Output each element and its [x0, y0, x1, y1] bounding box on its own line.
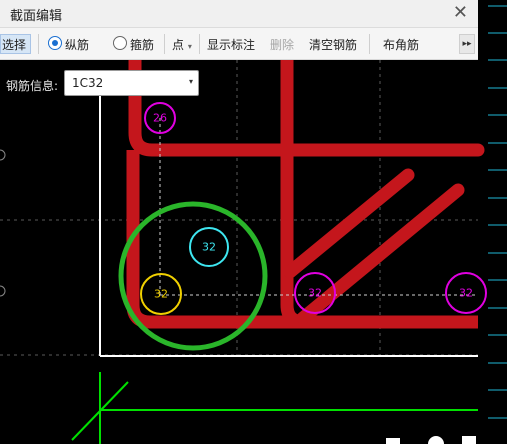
rebar-label: 32	[308, 287, 322, 300]
rebar-32-cyan[interactable]: 32	[189, 227, 229, 267]
rebar-label: 32	[202, 241, 216, 254]
toolbar-divider	[38, 34, 39, 54]
edge-markers	[0, 149, 6, 297]
radio-stirrup-label[interactable]: 箍筋	[130, 36, 154, 53]
toolbar-divider	[199, 34, 200, 54]
toolbar-divider	[164, 34, 165, 54]
rebar-info-label: 钢筋信息:	[6, 79, 59, 93]
grid-lines	[0, 60, 478, 356]
rebar-label: 32	[154, 288, 168, 301]
close-icon[interactable]: ✕	[453, 3, 468, 23]
point-dropdown-label: 点	[172, 38, 185, 52]
dialog-title: 截面编辑	[10, 9, 63, 24]
rebar-label: 26	[153, 112, 167, 125]
ucs-axis-icon	[71, 372, 478, 444]
radio-stirrup-icon[interactable]	[113, 36, 127, 50]
radio-longitudinal-icon[interactable]	[48, 36, 62, 50]
rebar-label: 32	[459, 287, 473, 300]
status-glyphs	[386, 436, 476, 444]
select-button[interactable]: 选择	[0, 34, 31, 54]
toolbar-divider	[369, 34, 370, 54]
toolbar: 选择 纵筋 箍筋 点 ▾ 显示标注 删除 清空钢筋 布角筋 ▸▸	[0, 28, 478, 60]
radio-longitudinal-label[interactable]: 纵筋	[65, 36, 89, 53]
clear-rebar-button[interactable]: 清空钢筋	[309, 36, 357, 53]
chevron-down-icon: ▾	[188, 77, 193, 86]
rebar-26[interactable]: 26	[144, 102, 176, 134]
show-annotation-button[interactable]: 显示标注	[207, 36, 255, 53]
drawing-canvas[interactable]: 26 32 32 32 32	[0, 0, 507, 444]
point-dropdown[interactable]: 点 ▾	[172, 36, 192, 53]
rebar-info-select[interactable]: 1C32 ▾	[64, 70, 199, 96]
toolbar-overflow-button[interactable]: ▸▸	[459, 34, 475, 54]
delete-button[interactable]: 删除	[270, 36, 294, 53]
chevron-down-icon: ▾	[187, 42, 192, 51]
rebar-info-value: 1C32	[72, 76, 104, 90]
side-ruler	[478, 0, 507, 444]
rebar-32-yellow[interactable]: 32	[140, 273, 182, 315]
corner-rebar-button[interactable]: 布角筋	[383, 36, 419, 53]
stirrups	[126, 60, 485, 329]
dialog-titlebar[interactable]: 截面编辑 ✕	[0, 0, 478, 28]
